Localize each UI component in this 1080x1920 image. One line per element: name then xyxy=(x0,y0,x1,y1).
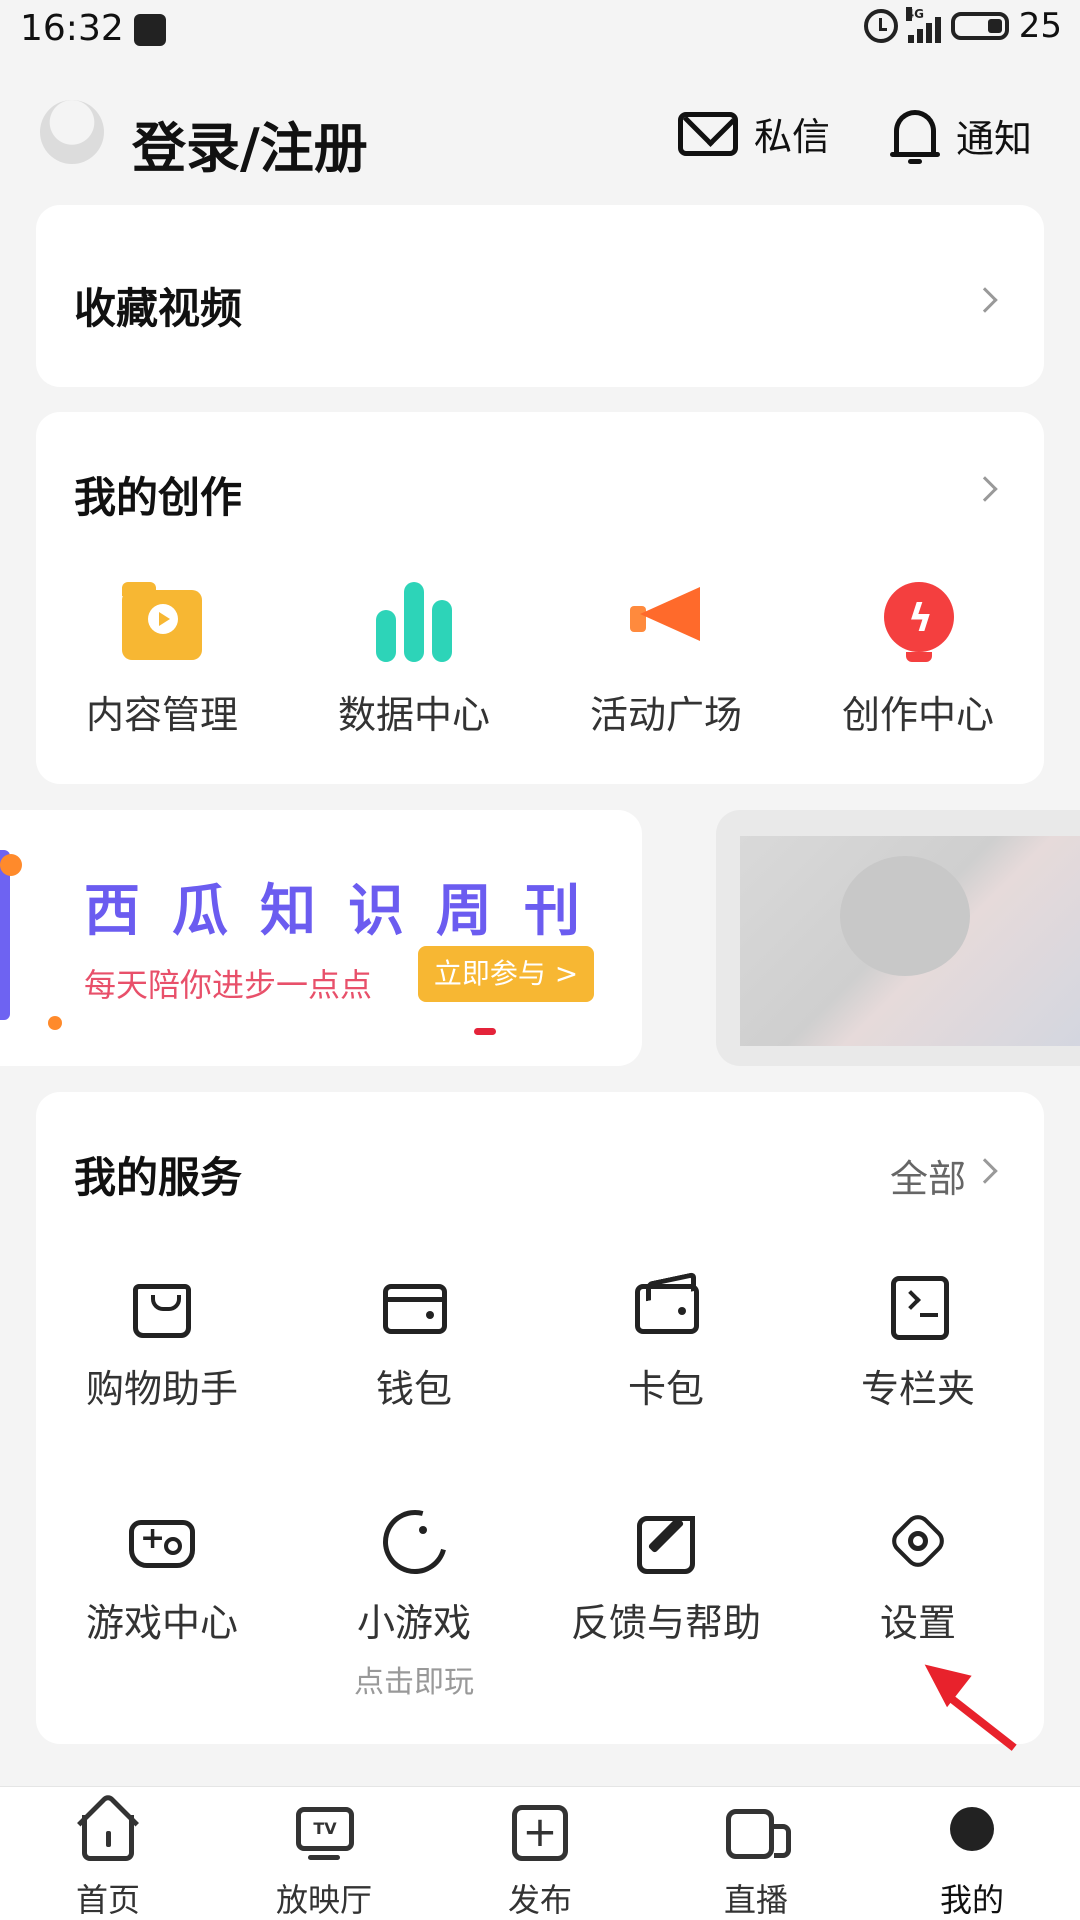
banner-title: 西瓜知识周刊 xyxy=(84,879,612,944)
service-item-sublabel: 点击即玩 xyxy=(354,1665,474,1700)
creation-item-content-management[interactable]: 内容管理 xyxy=(36,582,288,739)
chevron-right-icon[interactable] xyxy=(972,1158,998,1184)
chevron-right-icon xyxy=(972,287,998,313)
service-item-shopping-assistant[interactable]: 购物助手 xyxy=(36,1272,288,1413)
creation-card: 我的创作 内容管理 数据中心 活动广场 ϟ 创作中心 xyxy=(36,412,1044,784)
messages-label: 私信 xyxy=(754,115,831,159)
card-holder-icon xyxy=(631,1272,701,1342)
service-item-label: 反馈与帮助 xyxy=(570,1601,761,1645)
shopping-bag-icon xyxy=(127,1272,197,1342)
creation-item-label: 数据中心 xyxy=(337,693,490,737)
carousel-indicator xyxy=(474,1028,496,1035)
service-item-label: 购物助手 xyxy=(85,1367,238,1411)
banner-decoration xyxy=(0,854,22,876)
notifications-button[interactable]: 通知 xyxy=(890,106,1032,164)
chevron-right-icon[interactable] xyxy=(972,476,998,502)
services-card: 我的服务 全部 购物助手 钱包 卡包 专栏夹 游戏中心 小游戏 点击即玩 xyxy=(36,1092,1044,1744)
notifications-label: 通知 xyxy=(956,116,1033,161)
creation-item-label: 内容管理 xyxy=(85,693,238,737)
service-item-feedback-help[interactable]: 反馈与帮助 xyxy=(540,1506,792,1701)
service-item-game-center[interactable]: 游戏中心 xyxy=(36,1506,288,1701)
banner-subtitle: 每天陪你进步一点点 xyxy=(84,966,373,1004)
service-item-mini-games[interactable]: 小游戏 点击即玩 xyxy=(288,1498,540,1701)
service-item-label: 钱包 xyxy=(375,1367,452,1411)
bell-icon xyxy=(890,106,940,164)
service-item-label: 专栏夹 xyxy=(860,1367,975,1411)
services-title: 我的服务 xyxy=(74,1153,243,1202)
promo-banner-next[interactable] xyxy=(716,810,1080,1066)
banner-decoration xyxy=(48,1016,62,1030)
banner-join-button[interactable]: 立即参与 > xyxy=(418,946,594,1002)
avatar[interactable] xyxy=(40,100,104,164)
creation-title[interactable]: 我的创作 xyxy=(74,464,242,525)
tab-live[interactable]: 直播 xyxy=(648,1787,864,1920)
network-type: 4G xyxy=(905,7,924,21)
profile-header: 登录/注册 私信 通知 xyxy=(0,70,1080,200)
tab-publish[interactable]: + 发布 xyxy=(432,1787,648,1920)
favorites-title: 收藏视频 xyxy=(74,284,243,333)
bottom-tab-bar: 首页 TV 放映厅 + 发布 直播 我的 xyxy=(0,1786,1080,1920)
service-item-label: 小游戏 xyxy=(356,1601,471,1645)
creation-item-activity-square[interactable]: 活动广场 xyxy=(540,582,792,739)
service-item-column-folder[interactable]: 专栏夹 xyxy=(792,1272,1044,1413)
creation-item-creator-center[interactable]: ϟ 创作中心 xyxy=(792,582,1044,739)
status-time: 16:32 xyxy=(20,8,124,49)
tab-label: 放映厅 xyxy=(275,1881,372,1919)
pacman-icon xyxy=(371,1498,459,1586)
favorites-card[interactable]: 收藏视频 xyxy=(36,205,1044,387)
gamepad-icon xyxy=(127,1506,197,1576)
plus-icon: + xyxy=(510,1803,570,1861)
signal-icon: 4G xyxy=(905,7,941,43)
creation-item-label: 活动广场 xyxy=(589,693,742,737)
wallet-icon xyxy=(379,1272,449,1342)
folder-play-icon xyxy=(120,582,204,666)
tab-home[interactable]: 首页 xyxy=(0,1787,216,1920)
login-register-link[interactable]: 登录/注册 xyxy=(132,104,368,183)
annotation-arrow-icon xyxy=(912,1648,1038,1751)
column-folder-icon xyxy=(883,1272,953,1342)
home-icon xyxy=(76,1791,140,1861)
megaphone-icon xyxy=(624,582,708,666)
services-all-link[interactable]: 全部 xyxy=(890,1148,966,1203)
settings-icon xyxy=(883,1506,953,1576)
banner-image xyxy=(740,836,1080,1046)
status-indicators: 4G 25 xyxy=(863,6,1062,46)
creation-item-label: 创作中心 xyxy=(841,693,994,737)
lightning-bulb-icon: ϟ xyxy=(876,582,960,666)
status-bar: 16:32 4G 25 xyxy=(0,0,1080,60)
messages-button[interactable]: 私信 xyxy=(678,106,830,161)
battery-level: 25 xyxy=(1018,6,1062,46)
profile-icon xyxy=(942,1803,1002,1861)
service-item-card-holder[interactable]: 卡包 xyxy=(540,1272,792,1413)
notification-app-icon xyxy=(134,14,166,46)
alarm-icon xyxy=(863,9,898,43)
service-item-label: 卡包 xyxy=(627,1367,704,1411)
tab-theater[interactable]: TV 放映厅 xyxy=(216,1787,432,1920)
service-item-wallet[interactable]: 钱包 xyxy=(288,1272,540,1413)
services-row: 游戏中心 小游戏 点击即玩 反馈与帮助 设置 xyxy=(36,1498,1044,1701)
tab-label: 发布 xyxy=(507,1881,572,1919)
edit-icon xyxy=(631,1506,701,1576)
tab-label: 我的 xyxy=(939,1881,1004,1919)
battery-icon xyxy=(950,12,1009,40)
mail-icon xyxy=(678,111,738,156)
creation-item-data-center[interactable]: 数据中心 xyxy=(288,582,540,739)
tv-badge: TV xyxy=(296,1807,354,1851)
bar-chart-icon xyxy=(372,582,456,666)
tab-label: 直播 xyxy=(723,1881,788,1919)
tab-label: 首页 xyxy=(75,1881,140,1919)
promo-banner[interactable]: 西瓜知识周刊 每天陪你进步一点点 立即参与 > xyxy=(0,810,642,1066)
service-item-label: 游戏中心 xyxy=(85,1601,238,1645)
camera-icon xyxy=(726,1803,791,1861)
creation-grid: 内容管理 数据中心 活动广场 ϟ 创作中心 xyxy=(36,582,1044,739)
tv-icon: TV xyxy=(294,1803,354,1861)
service-item-label: 设置 xyxy=(879,1601,956,1645)
services-row: 购物助手 钱包 卡包 专栏夹 xyxy=(36,1272,1044,1413)
tab-me[interactable]: 我的 xyxy=(864,1787,1080,1920)
